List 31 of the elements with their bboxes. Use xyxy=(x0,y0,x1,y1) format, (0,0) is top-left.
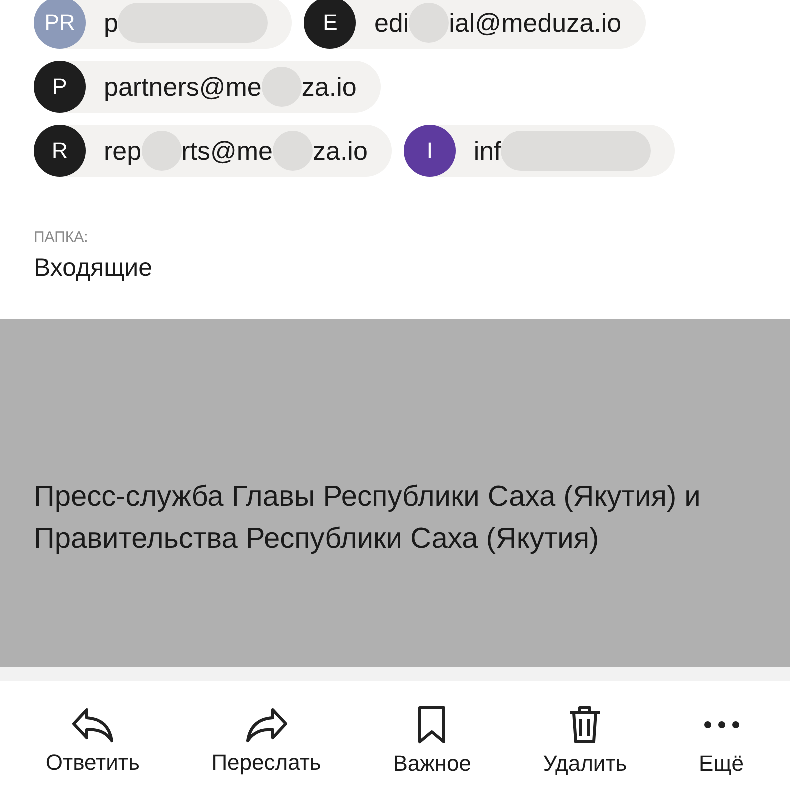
email-text: rts@me xyxy=(182,136,273,166)
recipient-chip[interactable]: I inf xyxy=(404,125,676,177)
forward-button[interactable]: Переслать xyxy=(212,706,322,776)
reply-icon xyxy=(70,706,115,744)
email-text: za.io xyxy=(302,72,357,102)
avatar: R xyxy=(34,125,86,177)
recipient-chip[interactable]: P partners@me za.io xyxy=(34,61,381,113)
avatar: I xyxy=(404,125,456,177)
forward-icon xyxy=(244,706,289,744)
email-text: za.io xyxy=(312,136,368,166)
avatar: E xyxy=(304,0,356,49)
more-icon xyxy=(702,720,741,728)
bookmark-icon xyxy=(416,704,448,744)
email-text: rep xyxy=(104,136,142,166)
avatar: PR xyxy=(34,0,86,49)
email-text: partners@me xyxy=(104,72,262,102)
message-text: Пресс-служба Главы Республики Саха (Якутия) и Правительства Республики Саха (Якутия) xyxy=(34,480,702,557)
email-text: p xyxy=(104,8,118,38)
email-text: ial@meduza.io xyxy=(449,8,622,38)
recipient-chip[interactable]: PR p xyxy=(34,0,292,49)
email-text: inf xyxy=(474,136,502,166)
trash-button[interactable]: Удалить xyxy=(543,704,628,776)
avatar: P xyxy=(34,61,86,113)
recipient-chip[interactable]: R rep rts@me za.io xyxy=(34,125,392,177)
more-button[interactable]: Ещё xyxy=(699,704,744,776)
folder-name: Входящие xyxy=(34,254,154,283)
reply-button[interactable]: Ответить xyxy=(46,706,140,776)
recipient-chip[interactable]: E edi ial@meduza.io xyxy=(304,0,646,49)
email-text: edi xyxy=(374,8,410,38)
bookmark-button[interactable]: Важное xyxy=(393,704,472,776)
folder-label: ПАПКА: xyxy=(34,229,90,246)
